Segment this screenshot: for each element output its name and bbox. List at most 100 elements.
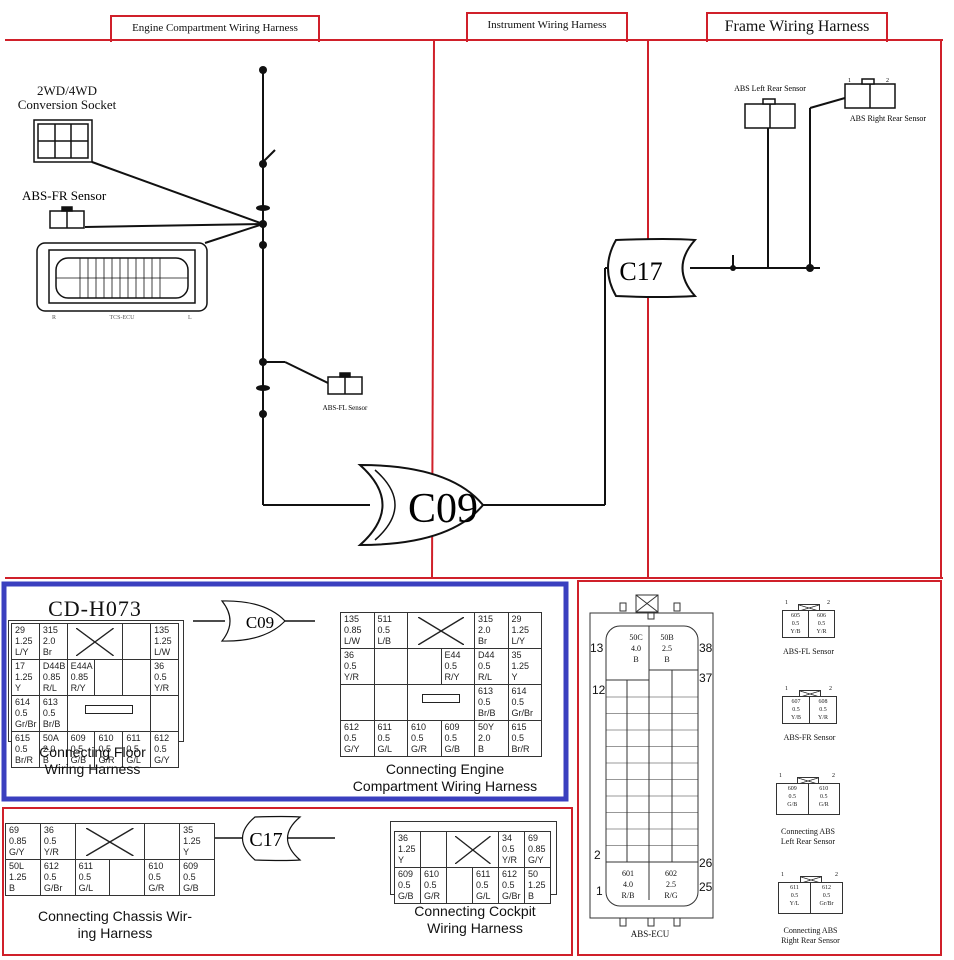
sensor-pin-1: 1	[779, 773, 782, 779]
sensor-label: ABS-FL Sensor	[782, 647, 835, 656]
blank-cross-cell	[407, 612, 475, 649]
pin-cell: 614 0.5 Gr/Br	[11, 695, 40, 732]
ecu-pin-number-37: 37	[699, 671, 713, 685]
abs-fl-sensor-top-connector	[327, 372, 363, 395]
ecu-pin-number-25: 25	[699, 880, 713, 894]
pin-cell: 36 0.5 Y/R	[340, 648, 375, 685]
pin-cell: 69 0.85 G/Y	[524, 831, 551, 868]
pin-cell: 50Y 2.0 B	[474, 720, 509, 757]
ecu-pin-number-1: 1	[596, 884, 603, 898]
pin-cell	[150, 695, 179, 732]
ecu-pin-number-38: 38	[699, 641, 713, 655]
ecu-pin-601: 601 4.0 R/B	[621, 869, 635, 900]
sensor-pin-2: 2	[829, 686, 832, 692]
blank-cross-cell	[446, 831, 499, 868]
ecu-pin-number-12: 12	[592, 683, 606, 697]
ecu-pin-number-2: 2	[594, 848, 601, 862]
pin-cell: E44A 0.85 R/Y	[66, 659, 96, 696]
abs-fl-sensor-top-label: ABS-FL Sensor	[323, 404, 368, 412]
abs-right-rear-sensor-label: ABS Right Rear Sensor	[850, 114, 927, 123]
sensor-pin-2: 2	[827, 600, 830, 606]
chassis-harness-label: Connecting Chassis Wir- ing Harness	[37, 908, 193, 941]
pin-row: 609 0.5 G/B 610 0.5 G/R 611 0.5 G/L 612 0.5…	[394, 867, 551, 904]
pin-cell: 613 0.5 Br/B	[474, 684, 509, 721]
pin-cell: 29 1.25 L/Y	[11, 623, 40, 660]
engine-harness-pin-table: 135 0.85 L/W 511 0.5 L/B 315 2.0 Br 29 1.25…	[340, 612, 542, 757]
chassis-harness-pin-table: 69 0.85 G/Y 36 0.5 Y/R 35 1.25 Y 50L 1.25 B…	[5, 823, 215, 896]
connector-c09-label: C09	[408, 486, 478, 532]
pin-cell: 34 0.5 Y/R	[498, 831, 525, 868]
pin-cell	[122, 623, 152, 660]
sensor-pin-table: 607 0.5 Y/B 608 0.5 Y/R	[782, 696, 837, 724]
pin-cell	[446, 867, 473, 904]
sensor-label: Connecting ABS Left Rear Sensor	[780, 827, 836, 846]
pin-cell: 609 0.5 G/B	[440, 720, 475, 757]
pin-cell: 36 0.5 Y/R	[39, 823, 76, 860]
pin-cell: 315 2.0 Br	[38, 623, 68, 660]
pin-row: 36 1.25 Y 34 0.5 Y/R 69 0.85 G/Y	[394, 831, 551, 868]
abs-fr-sensor-top-connector	[49, 206, 85, 229]
latch-bar-cell	[407, 684, 475, 721]
pin-cell: D44B 0.85 R/L	[38, 659, 68, 696]
pin-1-label: 1	[848, 78, 851, 84]
engine-harness-label: Connecting Engine Compartment Wiring Har…	[352, 761, 538, 794]
connector-c17-symbol: C17	[607, 238, 698, 298]
sensor-pin-1: 1	[785, 686, 788, 692]
pin-cell: 50L 1.25 B	[5, 859, 41, 896]
pin-cell: E44 0.5 R/Y	[440, 648, 475, 685]
pin-cell: 511 0.5 L/B	[373, 612, 408, 649]
wiring-diagram-page: Engine Compartment Wiring Harness Instru…	[0, 0, 954, 960]
sensor-pin-table: 609 0.5 G/B 610 0.5 G/R	[776, 783, 840, 815]
latch-bar-cell	[66, 695, 152, 732]
pin-cell: 36 1.25 Y	[394, 831, 421, 868]
link-c09-symbol: C09	[193, 600, 315, 642]
sensor-pin-1: 1	[785, 600, 788, 606]
pin-cell: 605 0.5 Y/B	[782, 610, 809, 638]
abs-left-rear-sensor-label: ABS Left Rear Sensor	[734, 84, 806, 93]
pin-cell	[373, 648, 408, 685]
ecu-pin-50c: 50C 4.0 B	[629, 633, 643, 664]
pin-row: 17 1.25 Y D44B 0.85 R/L E44A 0.85 R/Y 36 0.…	[11, 659, 179, 696]
pin-cell: 611 0.5 G/L	[74, 859, 111, 896]
pin-cell: 50 1.25 B	[524, 867, 551, 904]
pin-cell: 611 0.5 G/L	[472, 867, 499, 904]
sensor-pin-2: 2	[835, 872, 838, 878]
connector-c17-label: C17	[619, 257, 662, 286]
pin-cell: 611 0.5 G/L	[373, 720, 408, 757]
pin-row: 29 1.25 L/Y 315 2.0 Br 135 1.25 L/W	[11, 623, 179, 660]
pin-cell: 612 0.5 G/Br	[39, 859, 76, 896]
connector-c09-symbol: C09	[357, 463, 485, 547]
pin-cell: 612 0.5 G/Y	[340, 720, 375, 757]
pin-cell: 614 0.5 Gr/Br	[507, 684, 542, 721]
pin-cell: 612 0.5 Gr/Br	[810, 882, 843, 914]
pin-cell: 36 0.5 Y/R	[150, 659, 179, 696]
pin-cell: 35 1.25 Y	[507, 648, 542, 685]
pin-cell: 35 1.25 Y	[179, 823, 215, 860]
ecu-pin-602: 602 2.5 R/G	[664, 869, 678, 900]
pin-cell: 610 0.5 G/R	[807, 783, 840, 815]
pin-cell: 609 0.5 G/B	[394, 867, 421, 904]
ecu-pin-number-26: 26	[699, 856, 713, 870]
pin-2-label: 2	[886, 78, 889, 84]
pin-cell: D44 0.5 R/L	[474, 648, 509, 685]
pin-cell	[94, 659, 124, 696]
sensor-pin-1: 1	[781, 872, 784, 878]
pin-cell: 135 1.25 L/W	[150, 623, 179, 660]
sensor-label: Connecting ABS Right Rear Sensor	[781, 926, 840, 945]
abs-ecu-connector	[589, 594, 714, 927]
pin-cell	[420, 831, 447, 868]
sensor-pin-table: 611 0.5 Y/L 612 0.5 Gr/Br	[778, 882, 843, 914]
tcs-ecu-r-label: R	[52, 315, 56, 321]
blank-cross-cell	[66, 623, 124, 660]
abs-fr-sensor-top-label: ABS-FR Sensor	[22, 188, 107, 203]
abs-ecu-label: ABS-ECU	[630, 929, 670, 939]
pin-cell: 613 0.5 Br/B	[38, 695, 68, 732]
tcs-ecu-connector	[36, 242, 208, 312]
ecu-pin-50b: 50B 2.5 B	[660, 633, 674, 664]
cockpit-harness-pin-table: 36 1.25 Y 34 0.5 Y/R 69 0.85 G/Y 609 0.5 G/…	[394, 831, 551, 904]
sensor-pin-2: 2	[832, 773, 835, 779]
tcs-ecu-l-label: L	[188, 315, 192, 321]
cockpit-harness-label: Connecting Cockpit Wiring Harness	[414, 903, 536, 936]
sensor-label: ABS-FR Sensor	[783, 733, 836, 742]
pin-cell: 615 0.5 Br/R	[507, 720, 542, 757]
